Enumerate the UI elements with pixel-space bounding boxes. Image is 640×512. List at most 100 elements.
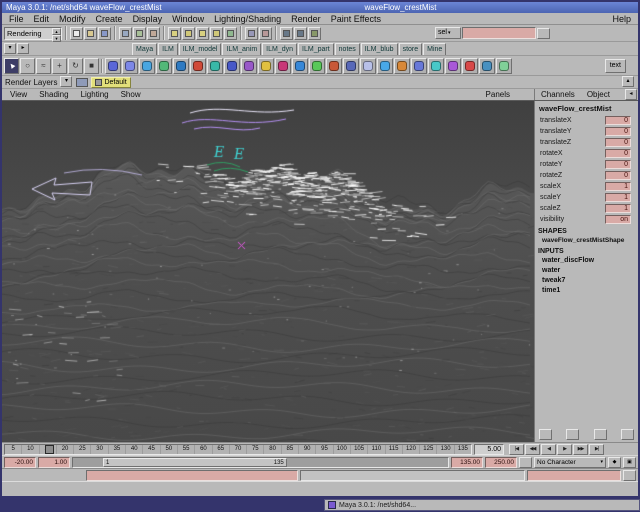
shelf-button-14[interactable] — [326, 58, 342, 74]
play-backward-button[interactable]: ◀ — [541, 444, 556, 455]
range-slider-bar[interactable]: 1 135 — [103, 458, 287, 467]
shelf-button-5[interactable] — [173, 58, 189, 74]
shelf-tab-ilm[interactable]: ILM — [158, 43, 178, 55]
character-menu[interactable]: No Character ▾ — [534, 457, 606, 468]
input-node[interactable]: water_discFlow — [535, 256, 638, 266]
channel-value-field[interactable]: 0 — [605, 149, 631, 158]
lasso-tool-icon[interactable]: ○ — [20, 58, 35, 74]
shelf-tab-ilm-anim[interactable]: ILM_anim — [222, 43, 261, 55]
shelf-item-text[interactable]: text — [605, 59, 626, 73]
shelf-button-22[interactable] — [462, 58, 478, 74]
animation-preferences-button[interactable]: ▣ — [623, 457, 636, 468]
menu-paint-effects[interactable]: Paint Effects — [326, 14, 386, 24]
shelf-button-10[interactable] — [258, 58, 274, 74]
channel-box-button-1[interactable] — [539, 429, 552, 440]
current-time-indicator[interactable] — [45, 445, 54, 454]
range-slider-options-button[interactable] — [519, 457, 532, 468]
new-scene-icon[interactable] — [70, 27, 83, 40]
ipr-render-icon[interactable] — [294, 27, 307, 40]
menu-lighting-shading[interactable]: Lighting/Shading — [209, 14, 286, 24]
channel-value-field[interactable]: 0 — [605, 127, 631, 136]
channel-value-field[interactable]: 1 — [605, 182, 631, 191]
render-current-frame-icon[interactable] — [280, 27, 293, 40]
viewport-menu-view[interactable]: View — [4, 90, 33, 99]
channel-box-button-3[interactable] — [594, 429, 607, 440]
shelf-button-8[interactable] — [224, 58, 240, 74]
animation-end-field[interactable]: 250.00 — [485, 457, 517, 468]
channel-node-name[interactable]: waveFlow_crestMist — [535, 101, 638, 115]
shelf-button-2[interactable] — [122, 58, 138, 74]
render-globals-icon[interactable] — [308, 27, 321, 40]
channels-menu[interactable]: Channels — [541, 90, 575, 99]
scale-tool-icon[interactable]: ■ — [84, 58, 99, 74]
channel-value-field[interactable]: on — [605, 215, 631, 224]
menu-set-spinner-icon[interactable]: ▴▾ — [52, 28, 61, 39]
range-slider[interactable]: 1 135 — [72, 457, 449, 468]
range-bar-start-handle[interactable]: 1 — [106, 459, 109, 466]
menu-render[interactable]: Render — [286, 14, 326, 24]
make-live-icon[interactable] — [224, 27, 237, 40]
input-node[interactable]: tweak7 — [535, 276, 638, 286]
render-layers-menu-button[interactable]: ▾ — [60, 76, 72, 87]
shelf-tab-ilm-blub[interactable]: ILM_blub — [361, 43, 398, 55]
shelf-button-6[interactable] — [190, 58, 206, 74]
viewport-menu-shading[interactable]: Shading — [33, 90, 74, 99]
shelf-button-21[interactable] — [445, 58, 461, 74]
shelf-button-24[interactable] — [496, 58, 512, 74]
shelf-button-9[interactable] — [241, 58, 257, 74]
menu-create[interactable]: Create — [91, 14, 128, 24]
selection-mask-menu[interactable]: sel ▾ — [435, 27, 461, 39]
channel-box-collapse-button[interactable]: ◂ — [625, 89, 637, 100]
menu-set-selector[interactable]: Rendering ▴▾ — [4, 27, 62, 40]
object-menu[interactable]: Object — [587, 90, 610, 99]
background-window-titlebar[interactable]: Maya 3.0.1: /net/shd64... — [324, 499, 640, 511]
shelf-tab-notes[interactable]: notes — [335, 43, 360, 55]
current-render-layer-button[interactable]: Default — [91, 77, 130, 88]
current-time-field[interactable]: 5.00 — [474, 444, 504, 455]
shelf-tab-maya[interactable]: Maya — [132, 43, 157, 55]
time-slider[interactable]: 5101520253035404550556065707580859095100… — [4, 444, 472, 455]
shelf-tab-store[interactable]: store — [399, 43, 423, 55]
shelf-button-4[interactable] — [156, 58, 172, 74]
paint-select-tool-icon[interactable]: ≈ — [36, 58, 51, 74]
shelf-button-16[interactable] — [360, 58, 376, 74]
shelf-button-15[interactable] — [343, 58, 359, 74]
step-back-frame-button[interactable]: ◀◀ — [525, 444, 540, 455]
script-editor-button[interactable] — [623, 470, 636, 481]
menu-modify[interactable]: Modify — [54, 14, 91, 24]
snap-to-curve-icon[interactable] — [182, 27, 195, 40]
shelf-button-3[interactable] — [139, 58, 155, 74]
channel-value-field[interactable]: 0 — [605, 171, 631, 180]
select-by-object-icon[interactable] — [133, 27, 146, 40]
viewport-canvas[interactable] — [2, 101, 534, 442]
snap-to-view-plane-icon[interactable] — [210, 27, 223, 40]
shelf-button-7[interactable] — [207, 58, 223, 74]
menu-help[interactable]: Help — [607, 14, 636, 24]
select-by-component-icon[interactable] — [147, 27, 160, 40]
go-to-start-button[interactable]: |◀ — [509, 444, 524, 455]
construction-history-icon[interactable] — [259, 27, 272, 40]
channel-box-button-4[interactable] — [621, 429, 634, 440]
go-to-end-button[interactable]: ▶| — [589, 444, 604, 455]
channel-value-field[interactable]: 1 — [605, 193, 631, 202]
input-node[interactable]: water — [535, 266, 638, 276]
panels-menu[interactable]: Panels — [486, 90, 510, 99]
toolbar-end-button[interactable] — [537, 28, 550, 39]
shelf-button-20[interactable] — [428, 58, 444, 74]
menu-window[interactable]: Window — [167, 14, 209, 24]
channel-value-field[interactable]: 1 — [605, 204, 631, 213]
shelf-button-1[interactable] — [105, 58, 121, 74]
open-scene-icon[interactable] — [84, 27, 97, 40]
menu-file[interactable]: File — [4, 14, 29, 24]
playback-end-field[interactable]: 135.00 — [451, 457, 483, 468]
rotate-tool-icon[interactable]: ↻ — [68, 58, 83, 74]
input-connections-icon[interactable] — [245, 27, 258, 40]
viewport-menu-lighting[interactable]: Lighting — [75, 90, 115, 99]
channel-value-field[interactable]: 0 — [605, 138, 631, 147]
shelf-tab-mine[interactable]: Mine — [423, 43, 446, 55]
shape-node-name[interactable]: waveFlow_crestMistShape — [535, 236, 638, 245]
numeric-input-field[interactable] — [462, 27, 536, 39]
menu-display[interactable]: Display — [128, 14, 168, 24]
select-by-hierarchy-icon[interactable] — [119, 27, 132, 40]
animation-start-field[interactable]: -20.00 — [4, 457, 36, 468]
